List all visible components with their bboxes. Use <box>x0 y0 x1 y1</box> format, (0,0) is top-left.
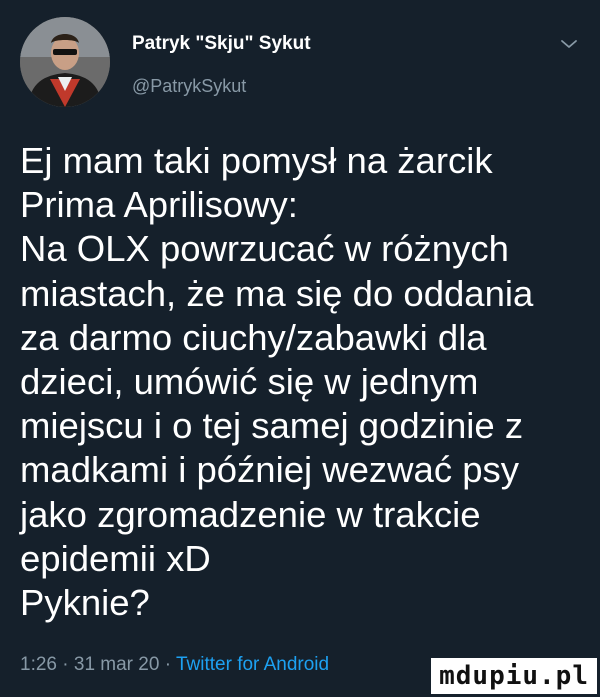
watermark: mdupiu.pl <box>431 658 597 694</box>
tweet-time[interactable]: 1:26 <box>20 654 57 675</box>
tweet-date[interactable]: 31 mar 20 <box>74 654 160 675</box>
tweet-text-line: epidemii xD <box>20 537 211 579</box>
tweet-text-line: Ej mam taki pomysł na żarcik <box>20 140 493 181</box>
meta-separator: · <box>164 654 172 675</box>
tweet-text-line: Na OLX powrzucać w różnych <box>20 228 509 270</box>
tweet-text-line: Prima Aprilisowy: <box>20 184 298 226</box>
tweet-text-line: za darmo ciuchy/zabawki dla <box>20 316 487 358</box>
author-display-name[interactable]: Patryk "Skju" Sykut <box>132 33 311 55</box>
tweet-source-link[interactable]: Twitter for Android <box>176 654 329 675</box>
tweet-text-line: jako zgromadzenie w trakcie <box>20 493 481 535</box>
tweet-text-line: dzieci, umówić się w jednym <box>20 361 479 403</box>
chevron-down-icon[interactable] <box>560 38 578 50</box>
tweet-text-line: miastach, że ma się do oddania <box>20 272 534 314</box>
tweet-text: Ej mam taki pomysł na żarcik Prima April… <box>20 139 590 625</box>
user-photo-icon <box>20 17 110 107</box>
tweet-text-line: miejscu i o tej samej godzinie z <box>20 405 524 447</box>
meta-separator: · <box>62 654 69 675</box>
author-handle[interactable]: @PatrykSykut <box>132 76 246 97</box>
tweet-text-line: Pyknie? <box>20 582 150 624</box>
tweet-text-line: madkami i później wezwać psy <box>20 449 520 491</box>
tweet-meta: 1:26 · 31 mar 20 · Twitter for Android <box>20 654 329 676</box>
avatar[interactable] <box>20 17 110 107</box>
